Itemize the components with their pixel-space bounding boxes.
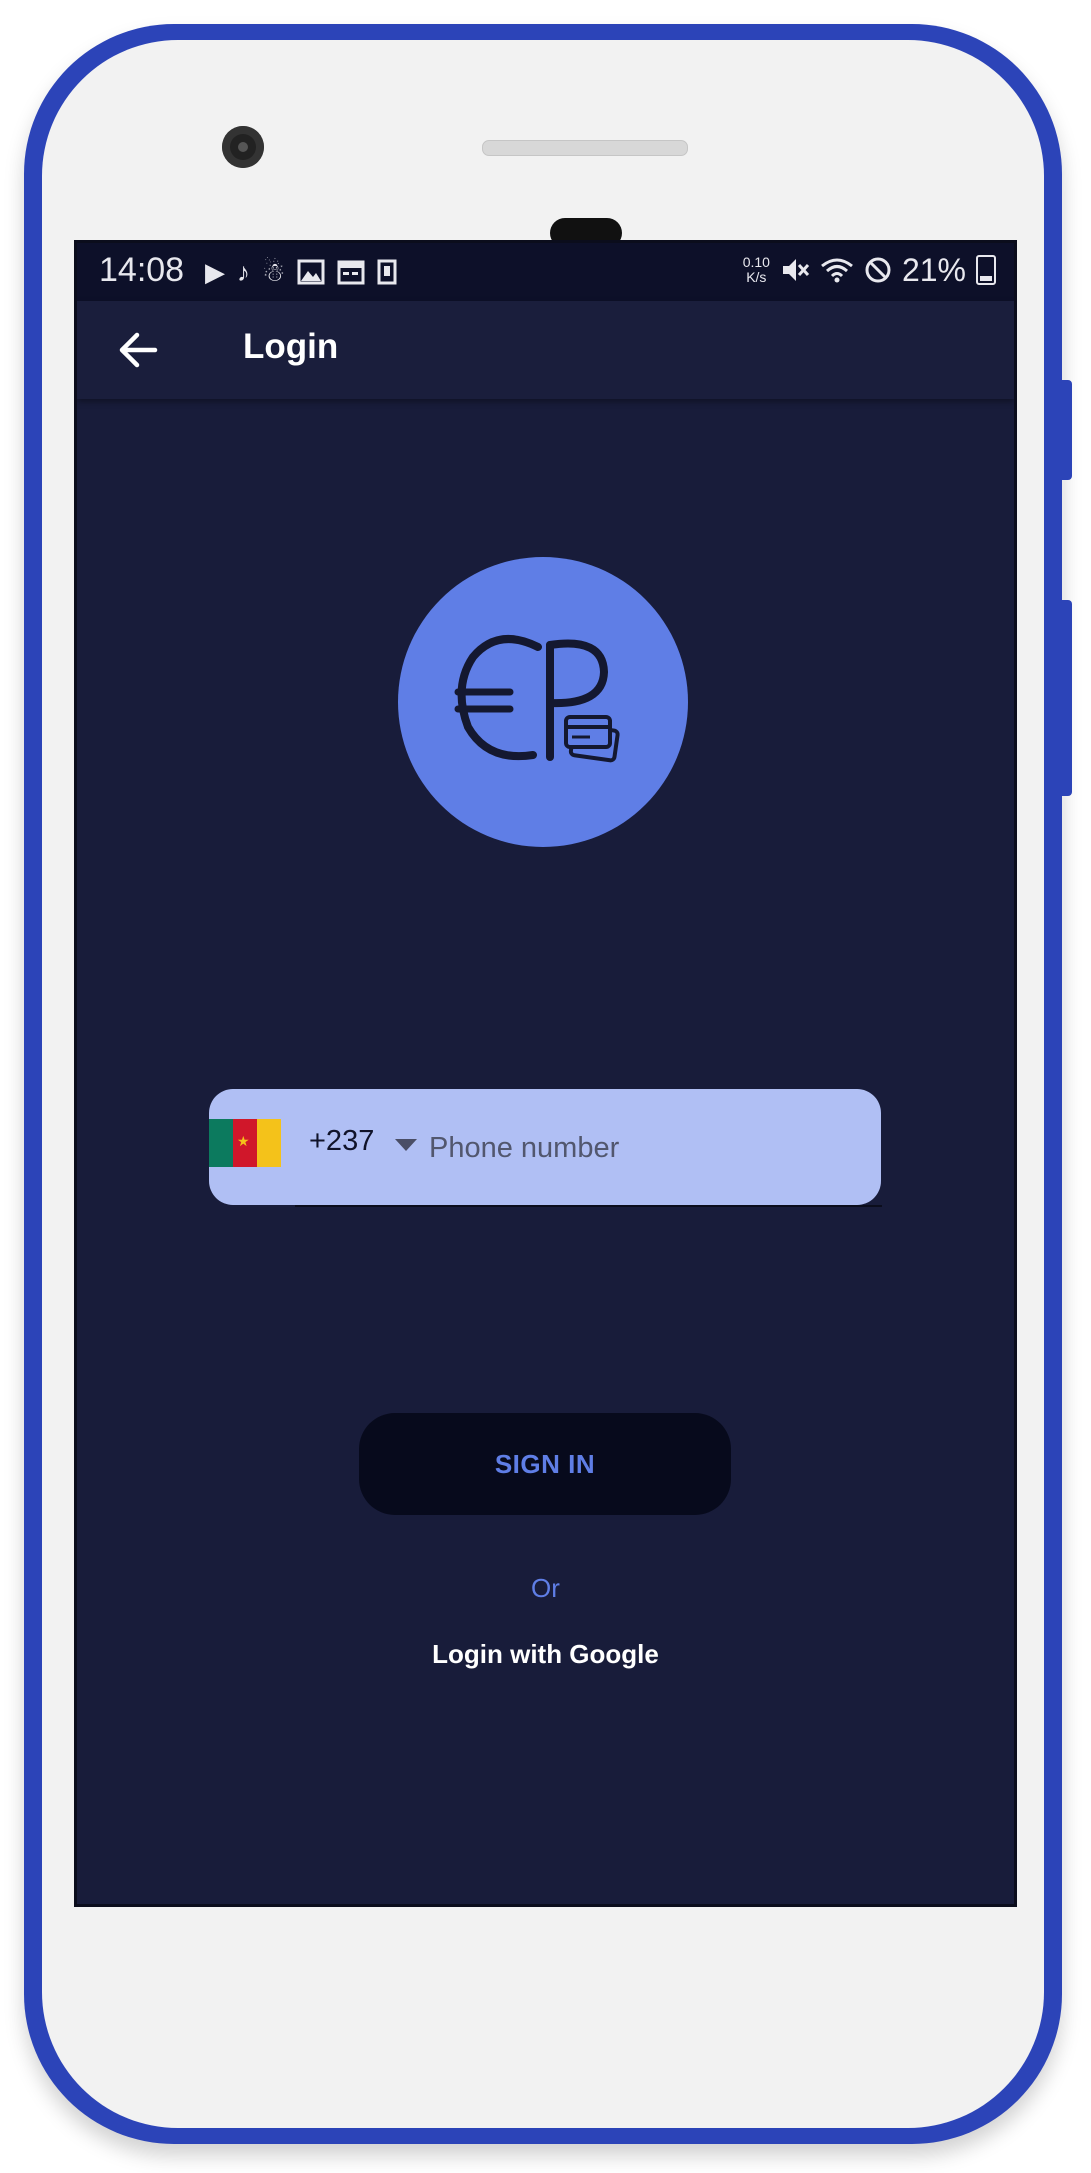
phone-frame-icon	[377, 259, 397, 285]
net-speed-value: 0.10	[742, 254, 770, 270]
status-notification-icons: ▶ ♪ ☃	[205, 253, 397, 291]
cameroon-flag[interactable]: ★	[209, 1119, 281, 1167]
country-dial-code[interactable]: +237	[309, 1125, 374, 1158]
battery-percent: 21%	[901, 252, 966, 288]
input-underline	[295, 1205, 882, 1207]
phone-number-input[interactable]	[427, 1119, 861, 1177]
net-speed-unit: K/s	[746, 269, 767, 285]
music-note-icon: ♪	[237, 257, 250, 287]
wifi-icon	[821, 258, 853, 283]
phone-number-row: ★ +237	[209, 1089, 881, 1205]
side-button-lower	[1058, 600, 1072, 796]
ep-logo-mark	[454, 635, 620, 763]
earpiece-speaker	[482, 140, 688, 156]
app-bar: Login	[77, 301, 1014, 399]
status-system-icons: 0.10 K/s 21%	[743, 251, 996, 289]
image-icon	[297, 259, 325, 285]
play-icon: ▶	[205, 257, 225, 287]
back-button[interactable]	[113, 325, 163, 375]
app-screen: 14:08 ▶ ♪ ☃ 0.10 K/s 21% Login ★ +237 Ph…	[74, 240, 1017, 1907]
ep-logo	[398, 557, 688, 847]
notification-icon: ☃	[262, 257, 286, 287]
front-camera	[222, 126, 264, 168]
net-speed: 0.10 K/s	[743, 255, 770, 285]
do-not-disturb-icon	[865, 257, 891, 283]
status-bar: 14:08 ▶ ♪ ☃ 0.10 K/s 21%	[77, 243, 1014, 301]
sign-in-button[interactable]: SIGN IN	[359, 1413, 731, 1515]
chevron-down-icon[interactable]	[395, 1139, 417, 1151]
status-time: 14:08	[99, 251, 185, 289]
side-button-upper	[1058, 380, 1072, 480]
battery-icon	[976, 255, 996, 285]
arrow-back-icon	[119, 332, 158, 368]
flag-stripe-red: ★	[233, 1119, 257, 1167]
calendar-icon	[337, 260, 365, 285]
or-separator: Or	[531, 1573, 560, 1603]
mute-icon	[782, 259, 810, 281]
login-with-google-link[interactable]: Login with Google	[77, 1639, 1014, 1670]
page-title: Login	[243, 327, 339, 366]
flag-stripe-green	[209, 1119, 233, 1167]
flag-stripe-yellow	[257, 1119, 281, 1167]
flag-star-icon: ★	[237, 1133, 250, 1149]
